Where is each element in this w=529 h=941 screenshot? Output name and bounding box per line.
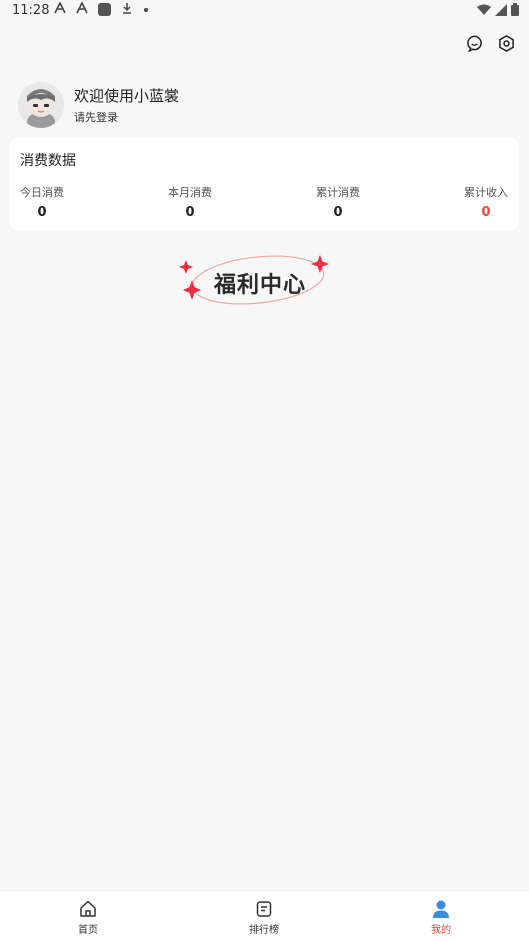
battery-icon [511,3,519,20]
tab-home[interactable]: 首页 [58,899,118,936]
header-actions [465,34,515,52]
tab-label: 首页 [78,925,98,936]
stat-total-spend[interactable]: 累计消费 0 [306,184,370,220]
tab-mine[interactable]: 我的 [411,899,471,936]
stat-value: 0 [333,205,343,220]
status-time: 11:28 [12,3,50,18]
stat-label: 今日消费 [20,186,64,199]
bottom-tabbar: 首页 排行榜 我的 [0,890,529,941]
profile-text: 欢迎使用小蓝裳 请先登录 [74,86,179,125]
home-icon [58,899,118,919]
tab-ranking[interactable]: 排行榜 [234,899,294,936]
a-icon [76,1,88,17]
stat-label: 累计收入 [464,186,508,199]
stat-value: 0 [37,205,47,220]
square-icon [98,3,111,16]
stat-total-income[interactable]: 累计收入 0 [454,184,518,220]
avatar[interactable] [18,82,64,128]
download-icon [121,2,133,17]
consumption-card: 消费数据 今日消费 0 本月消费 0 累计消费 0 累计收入 0 [10,138,519,230]
stat-today[interactable]: 今日消费 0 [10,184,74,220]
stat-value: 0 [185,205,195,220]
card-title: 消费数据 [20,153,76,169]
dot-icon [143,3,149,16]
profile-section[interactable]: 欢迎使用小蓝裳 请先登录 [18,82,179,128]
wifi-icon [477,4,491,20]
user-icon [411,899,471,919]
signal-icon [495,3,507,20]
list-icon [234,899,294,919]
login-hint[interactable]: 请先登录 [74,109,179,125]
status-right-icons [477,3,519,20]
tab-label: 我的 [431,925,451,936]
welfare-label: 福利中心 [214,273,307,298]
welfare-center-button[interactable]: 福利中心 [178,252,334,308]
welcome-text: 欢迎使用小蓝裳 [74,86,180,105]
stat-value: 0 [481,205,491,220]
message-icon[interactable] [465,34,483,52]
settings-icon[interactable] [497,34,515,52]
stat-label: 累计消费 [316,186,360,199]
status-bar: 11:28 [0,0,529,22]
stat-month[interactable]: 本月消费 0 [158,184,222,220]
a-icon [54,1,66,17]
status-notification-icons [54,1,149,17]
tab-label: 排行榜 [249,925,279,936]
stat-label: 本月消费 [168,186,212,199]
